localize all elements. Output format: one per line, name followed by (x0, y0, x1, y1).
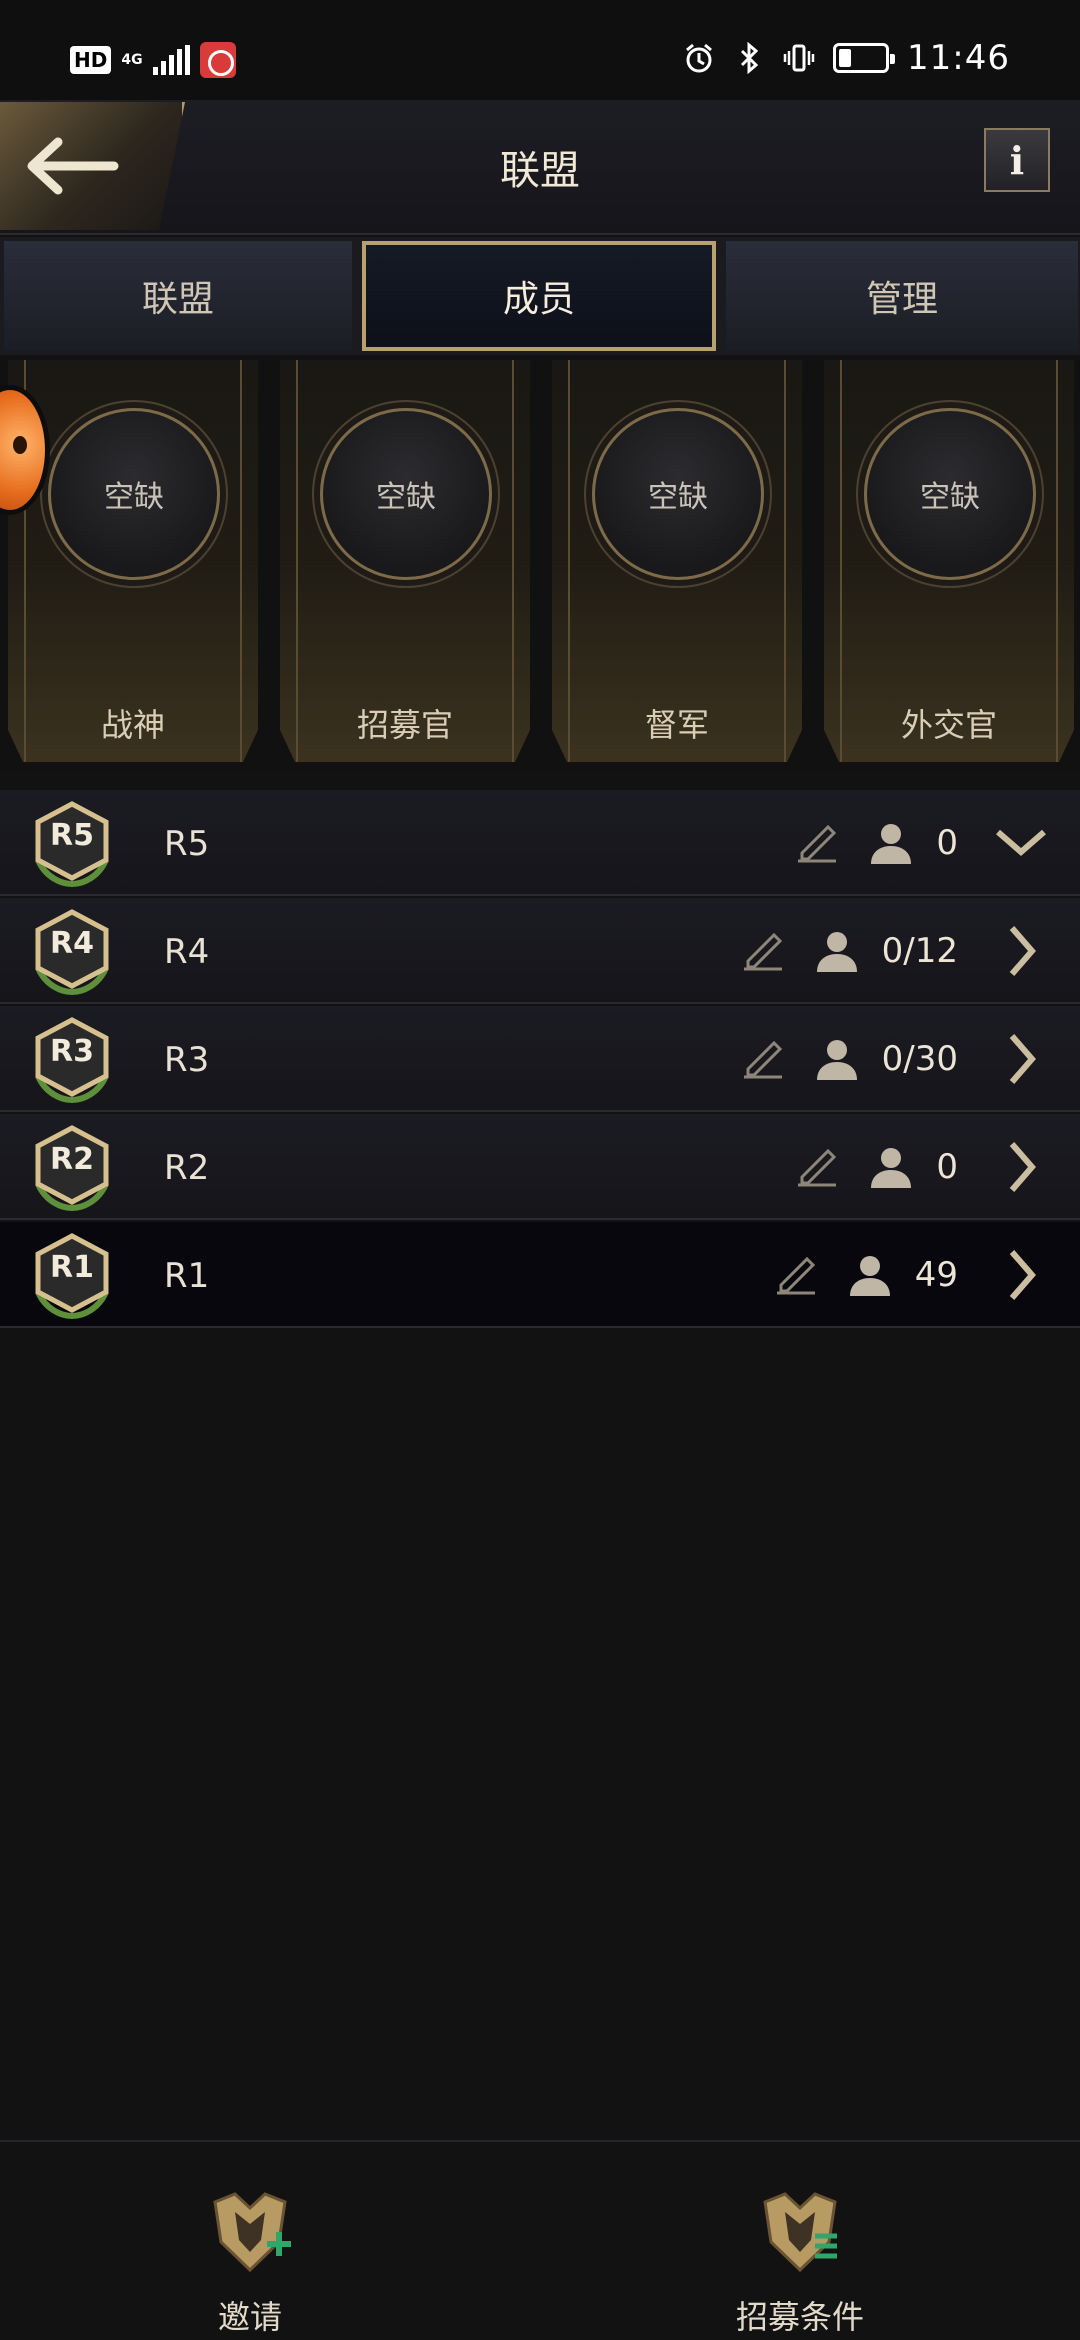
rank-controls: 0/30 (736, 1024, 1050, 1094)
officer-role-label: 督军 (644, 706, 709, 744)
battery-icon (833, 43, 896, 73)
tab-members[interactable]: 成员 (362, 241, 716, 351)
officer-role-label: 战神 (100, 706, 165, 744)
info-icon: i (1009, 137, 1025, 183)
network-type: 4G (121, 52, 143, 68)
chevron-down-icon[interactable] (992, 814, 1050, 872)
rank-name: R1 (164, 1256, 210, 1296)
rank-badge-label: R3 (50, 1034, 94, 1069)
status-left: HD 4G (70, 42, 236, 78)
rank-name: R2 (164, 1148, 210, 1188)
recruit-crest-icon (763, 2192, 837, 2273)
rank-badge-label: R4 (50, 926, 94, 961)
rank-badge-label: R5 (50, 818, 94, 853)
rank-badge-label: R2 (50, 1142, 94, 1177)
tab-manage[interactable]: 管理 (726, 241, 1078, 351)
chevron-right-icon[interactable] (992, 1030, 1050, 1088)
app-root: HD 4G 11:46 联盟 i 联盟 成员 管理 空缺 战神 空缺 招募官 空… (0, 0, 1080, 2340)
edit-pencil-icon[interactable] (790, 817, 842, 869)
alarm-icon (686, 43, 712, 73)
rank-row-r3[interactable]: R3 R3 0/30 (0, 1006, 1080, 1112)
rank-row-r1[interactable]: R1 R1 49 (0, 1222, 1080, 1328)
rank-row-r5[interactable]: R5 R5 0 (0, 790, 1080, 896)
person-icon (816, 932, 857, 972)
rank-controls: 0/12 (736, 916, 1050, 986)
signal-icon (152, 45, 190, 75)
person-icon (871, 824, 912, 864)
rank-name: R4 (164, 932, 210, 972)
rank-name: R5 (164, 824, 210, 864)
officer-vacant-circle: 空缺 (48, 408, 220, 580)
tab-alliance[interactable]: 联盟 (4, 241, 352, 351)
status-right: 11:46 (683, 38, 1010, 78)
notification-app-icon (199, 42, 236, 78)
member-count: 0/12 (881, 931, 958, 971)
chevron-right-icon[interactable] (992, 1138, 1050, 1196)
rank-controls: 49 (769, 1240, 1050, 1310)
rank-badge-label: R1 (50, 1250, 94, 1285)
member-count: 0/30 (881, 1039, 958, 1079)
invite-crest-icon (213, 2192, 291, 2273)
hd-badge: HD (70, 46, 112, 74)
officer-role-label: 外交官 (900, 706, 997, 744)
rank-controls: 0 (790, 1132, 1050, 1202)
officer-slot-marshal[interactable]: 空缺 督军 (552, 360, 802, 762)
officer-vacant-circle: 空缺 (320, 408, 492, 580)
edit-pencil-icon[interactable] (736, 925, 788, 977)
member-count: 0 (936, 1147, 958, 1187)
back-arrow-icon (27, 137, 119, 195)
bluetooth-icon (740, 42, 759, 74)
person-icon (871, 1148, 912, 1188)
member-count: 49 (914, 1255, 958, 1295)
member-count: 0 (936, 823, 958, 863)
page-title: 联盟 (500, 148, 580, 194)
vibrate-icon (783, 44, 815, 72)
recruit-conditions-label: 招募条件 (735, 2298, 864, 2336)
tab-bar: 联盟 成员 管理 (0, 237, 1080, 355)
officer-slot-recruiter[interactable]: 空缺 招募官 (280, 360, 530, 762)
officer-slot-diplomat[interactable]: 空缺 外交官 (824, 360, 1074, 762)
officer-role-label: 招募官 (356, 706, 453, 744)
officer-vacant-circle: 空缺 (592, 408, 764, 580)
edit-pencil-icon[interactable] (790, 1141, 842, 1193)
edit-pencil-icon[interactable] (769, 1249, 821, 1301)
officer-vacant-circle: 空缺 (864, 408, 1036, 580)
officer-slots: 空缺 战神 空缺 招募官 空缺 督军 空缺 外交官 (0, 360, 1080, 770)
rank-name: R3 (164, 1040, 210, 1080)
rank-controls: 0 (790, 808, 1050, 878)
status-bar: HD 4G 11:46 (0, 0, 1080, 100)
recruit-conditions-button[interactable]: 招募条件 (660, 2182, 940, 2338)
back-button[interactable] (0, 102, 185, 230)
person-icon (849, 1256, 890, 1296)
edit-pencil-icon[interactable] (736, 1033, 788, 1085)
info-button[interactable]: i (984, 128, 1050, 192)
chevron-right-icon[interactable] (992, 1246, 1050, 1304)
header: 联盟 i (0, 100, 1080, 235)
invite-button[interactable]: 邀请 (110, 2182, 390, 2338)
rank-row-r4[interactable]: R4 R4 0/12 (0, 898, 1080, 1004)
chevron-right-icon[interactable] (992, 922, 1050, 980)
rank-row-r2[interactable]: R2 R2 0 (0, 1114, 1080, 1220)
clock: 11:46 (907, 38, 1010, 78)
person-icon (816, 1040, 857, 1080)
bottom-action-bar: 邀请 招募条件 (0, 2140, 1080, 2340)
invite-label: 邀请 (217, 2298, 282, 2336)
